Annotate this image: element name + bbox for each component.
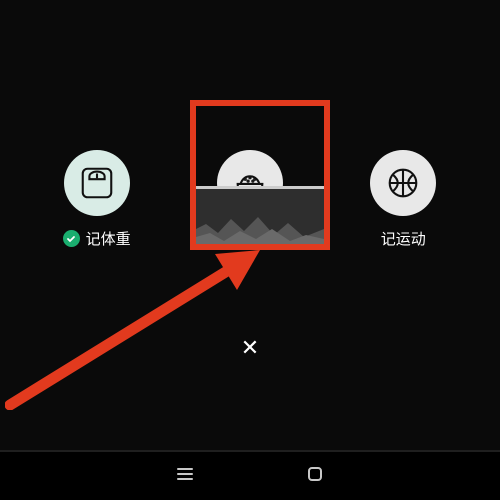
close-button[interactable]: ✕ <box>241 335 259 361</box>
exercise-label: 记运动 <box>381 228 426 249</box>
check-badge-icon <box>63 230 80 247</box>
annotation-arrow-icon <box>5 230 285 410</box>
weight-label: 记体重 <box>86 228 131 249</box>
weight-label-row: 记体重 <box>63 228 131 249</box>
nav-home-icon[interactable] <box>305 464 325 489</box>
weight-circle <box>64 150 130 216</box>
exercise-label-row: 记运动 <box>381 228 426 249</box>
nav-recent-icon[interactable] <box>175 464 195 489</box>
action-record-weight[interactable]: 记体重 <box>32 150 162 249</box>
scale-icon <box>78 164 116 202</box>
chart-thumbnail <box>196 186 324 248</box>
close-icon: ✕ <box>241 335 259 360</box>
action-record-exercise[interactable]: 记运动 <box>338 150 468 249</box>
exercise-circle <box>370 150 436 216</box>
basketball-icon <box>384 164 422 202</box>
android-nav-bar <box>0 450 500 500</box>
